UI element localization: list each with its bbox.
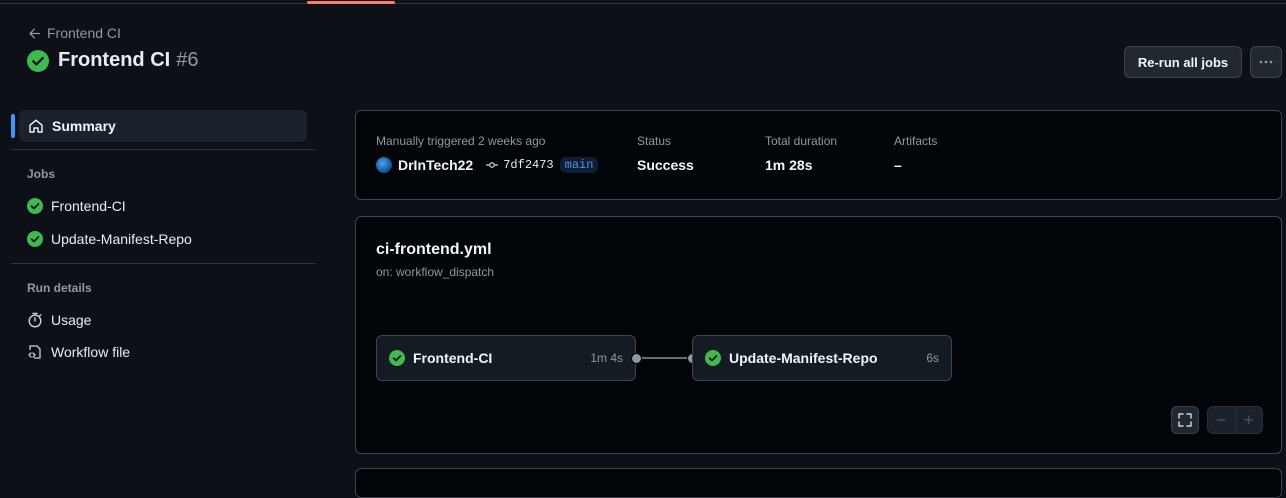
workflow-file-name[interactable]: ci-frontend.yml: [376, 241, 492, 259]
more-options-button[interactable]: [1250, 46, 1282, 78]
job-node-frontend-ci[interactable]: Frontend-CI 1m 4s: [376, 335, 636, 381]
sidebar-item-label: Summary: [52, 118, 116, 134]
check-circle-icon: [27, 198, 43, 214]
page-title: Frontend CI #6: [27, 49, 198, 72]
active-tab-underline: [307, 1, 395, 4]
sidebar-job-label: Frontend-CI: [51, 198, 126, 214]
actor-row: DrInTech22 7df2473 main: [376, 157, 599, 173]
trigger-column: Manually triggered 2 weeks ago DrInTech2…: [376, 134, 599, 173]
sidebar-job-update-manifest-repo[interactable]: Update-Manifest-Repo: [27, 231, 192, 247]
commit-sha[interactable]: 7df2473: [503, 158, 553, 172]
actor-link[interactable]: DrInTech22: [398, 157, 473, 173]
file-code-icon: [28, 345, 41, 359]
sidebar-divider: [11, 149, 315, 150]
check-circle-icon: [389, 350, 405, 366]
workflow-graph-card: ci-frontend.yml on: workflow_dispatch Fr…: [355, 216, 1282, 454]
sidebar-item-summary[interactable]: Summary: [19, 110, 307, 142]
back-link-label[interactable]: Frontend CI: [47, 25, 121, 41]
status-value: Success: [637, 157, 694, 173]
workflow-trigger: on: workflow_dispatch: [376, 265, 495, 279]
artifacts-label: Artifacts: [894, 134, 938, 148]
sidebar-divider: [11, 263, 315, 264]
back-link[interactable]: Frontend CI: [28, 25, 121, 41]
arrow-left-icon: [29, 28, 41, 38]
trigger-label: Manually triggered 2 weeks ago: [376, 134, 546, 148]
branch-badge[interactable]: main: [559, 157, 599, 173]
sidebar-job-label: Update-Manifest-Repo: [51, 231, 192, 247]
kebab-horizontal-icon: [1259, 60, 1273, 64]
active-indicator: [11, 114, 15, 138]
check-circle-icon: [705, 350, 721, 366]
job-duration: 1m 4s: [590, 351, 623, 365]
rerun-all-jobs-button[interactable]: Re-run all jobs: [1124, 46, 1242, 78]
jobs-heading: Jobs: [27, 167, 56, 181]
home-icon: [29, 119, 43, 133]
zoom-out-button[interactable]: −: [1208, 407, 1235, 433]
status-label: Status: [637, 134, 672, 148]
job-name: Frontend-CI: [413, 350, 493, 366]
sidebar-job-frontend-ci[interactable]: Frontend-CI: [27, 198, 126, 214]
duration-label: Total duration: [765, 134, 838, 148]
fullscreen-button[interactable]: [1171, 406, 1199, 434]
git-commit-icon: [486, 162, 499, 168]
artifacts-column: Artifacts –: [894, 134, 937, 173]
check-circle-icon: [27, 49, 49, 72]
commit-link[interactable]: 7df2473: [485, 158, 554, 172]
sidebar-item-workflow-file[interactable]: Workflow file: [27, 344, 130, 360]
duration-column: Total duration 1m 28s: [765, 134, 837, 173]
avatar[interactable]: [376, 157, 392, 173]
job-name: Update-Manifest-Repo: [729, 350, 878, 366]
sidebar-item-usage[interactable]: Usage: [27, 312, 91, 328]
run-number: #6: [176, 49, 199, 71]
artifacts-value: –: [894, 157, 902, 173]
screen-full-icon: [1178, 413, 1192, 427]
sidebar-item-label: Usage: [51, 312, 92, 328]
stopwatch-icon: [28, 312, 42, 328]
workflow-title: Frontend CI: [58, 49, 171, 71]
sidebar-item-label: Workflow file: [51, 344, 131, 360]
connector-dot: [631, 353, 642, 364]
check-circle-icon: [27, 231, 43, 247]
job-node-update-manifest-repo[interactable]: Update-Manifest-Repo 6s: [692, 335, 952, 381]
job-connector: [636, 357, 692, 359]
status-column: Status Success: [637, 134, 694, 173]
duration-value: 1m 28s: [765, 157, 813, 173]
zoom-in-button[interactable]: +: [1236, 407, 1263, 433]
zoom-controls: − +: [1207, 406, 1263, 434]
run-info-card: Manually triggered 2 weeks ago DrInTech2…: [355, 110, 1282, 200]
top-divider: [0, 3, 1286, 4]
run-details-heading: Run details: [27, 281, 92, 295]
job-duration: 6s: [926, 351, 939, 365]
